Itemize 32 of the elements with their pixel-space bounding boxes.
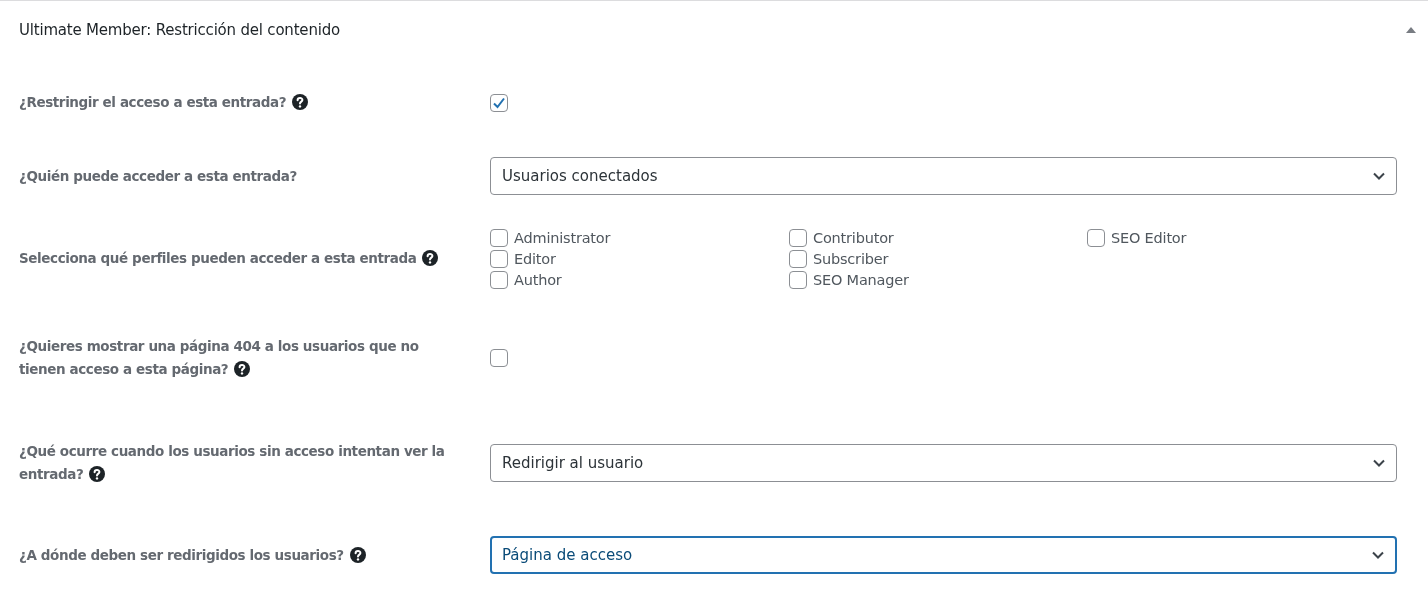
field-label: ¿Restringir el acceso a esta entrada? [19, 91, 469, 114]
help-icon[interactable] [349, 546, 366, 563]
checkbox[interactable] [789, 249, 807, 268]
checkbox[interactable] [789, 228, 807, 247]
role-option-label[interactable]: Subscriber [813, 250, 889, 267]
field-label: Selecciona qué perfiles pueden acceder a esta entrada [19, 247, 469, 270]
field-label: ¿Quieres mostrar una página 404 a los usuarios que no tienen acceso a esta página? [19, 337, 420, 379]
checkbox[interactable] [789, 270, 807, 289]
checkbox[interactable] [490, 228, 508, 247]
panel-title: Ultimate Member: Restricción del contenido [19, 20, 340, 39]
dropdown[interactable]: Página de acceso [490, 536, 1397, 574]
checkbox[interactable] [490, 93, 508, 112]
role-option-label[interactable]: Contributor [813, 229, 894, 246]
help-icon[interactable] [422, 250, 439, 266]
role-option-label[interactable]: SEO Editor [1111, 229, 1187, 246]
dropdown[interactable]: Redirigir al usuario [490, 444, 1397, 482]
checkbox[interactable] [490, 249, 508, 268]
role-option-label[interactable]: Editor [514, 250, 556, 267]
checkbox[interactable] [1087, 228, 1105, 247]
field-label: ¿Quién puede acceder a esta entrada? [19, 166, 298, 186]
checkbox[interactable] [490, 349, 508, 367]
checkbox[interactable] [490, 270, 508, 289]
help-icon[interactable] [89, 466, 106, 482]
help-icon[interactable] [292, 94, 309, 110]
role-option-label[interactable]: Administrator [514, 229, 611, 246]
help-icon[interactable] [234, 361, 251, 377]
dropdown[interactable]: Usuarios conectados [490, 157, 1397, 195]
field-label: ¿A dónde deben ser redirigidos los usuarios? [19, 543, 469, 567]
field-label: ¿Qué ocurre cuando los usuarios sin acceso intentan ver la entrada? [19, 442, 446, 484]
checkmark-icon [492, 95, 506, 110]
role-option-label[interactable]: Author [514, 271, 562, 288]
role-option-label[interactable]: SEO Manager [813, 271, 909, 288]
